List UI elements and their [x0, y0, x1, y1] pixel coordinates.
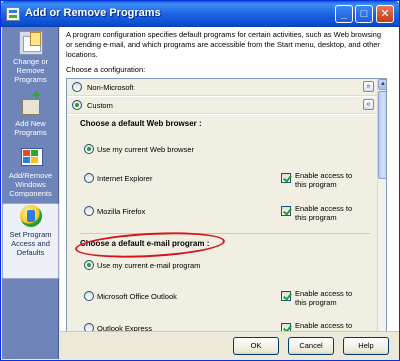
choose-configuration-label: Choose a configuration: — [66, 65, 146, 74]
firefox-radio[interactable] — [84, 206, 94, 216]
window-title: Add or Remove Programs — [25, 7, 161, 19]
vertical-scrollbar[interactable]: ▲ ▼ — [377, 79, 386, 353]
ie-enable-access-checkbox[interactable] — [281, 173, 291, 183]
help-button[interactable]: Help — [343, 337, 389, 355]
enable-access-label: Enable access to this program — [295, 204, 353, 222]
windows-components-icon — [19, 145, 43, 169]
option-label: Internet Explorer — [97, 174, 153, 183]
option-label: Mozilla Firefox — [97, 207, 146, 216]
add-new-programs-icon — [19, 89, 43, 117]
browser-section-heading: Choose a default Web browser : — [80, 119, 202, 128]
close-button[interactable]: ✕ — [376, 5, 394, 23]
sidebar-item-label: Set Program Access and Defaults — [9, 230, 52, 257]
section-divider — [80, 233, 370, 234]
outlook-enable-access-checkbox[interactable] — [281, 291, 291, 301]
title-bar[interactable]: Add or Remove Programs _ □ ✕ — [1, 1, 399, 27]
custom-details: Choose a default Web browser : Use my cu… — [67, 115, 377, 353]
collapse-chevron-icon[interactable]: « — [363, 99, 374, 110]
internet-explorer-radio[interactable] — [84, 173, 94, 183]
config-row-non-microsoft[interactable]: Non-Microsoft » — [67, 79, 377, 96]
current-email-radio[interactable] — [84, 260, 94, 270]
firefox-enable-access-checkbox[interactable] — [281, 206, 291, 216]
main-panel: A program configuration specifies defaul… — [60, 27, 399, 359]
enable-access-label: Enable access to this program — [295, 171, 353, 189]
intro-text: A program configuration specifies defaul… — [66, 30, 382, 59]
outlook-radio[interactable] — [84, 291, 94, 301]
program-defaults-icon — [19, 204, 43, 228]
change-remove-programs-icon — [18, 31, 43, 55]
sidebar-item-label: Add New Programs — [14, 119, 47, 137]
current-browser-radio[interactable] — [84, 144, 94, 154]
add-remove-programs-window: Add or Remove Programs _ □ ✕ Change or R… — [0, 0, 400, 361]
scroll-thumb[interactable] — [378, 91, 386, 179]
config-label: Non-Microsoft — [87, 83, 134, 92]
sidebar-item-change-remove[interactable]: Change or Remove Programs — [2, 31, 59, 91]
maximize-button[interactable]: □ — [355, 5, 373, 23]
sidebar-item-program-defaults[interactable]: Set Program Access and Defaults — [2, 203, 59, 279]
custom-radio[interactable] — [72, 100, 82, 110]
non-microsoft-radio[interactable] — [72, 82, 82, 92]
scroll-up-icon[interactable]: ▲ — [378, 79, 386, 90]
dialog-button-bar: OK Cancel Help — [60, 331, 399, 359]
control-panel-icon[interactable] — [6, 7, 20, 21]
enable-access-label: Enable access to this program — [295, 289, 353, 307]
option-label: Use my current Web browser — [97, 145, 194, 154]
option-label: Microsoft Office Outlook — [97, 292, 177, 301]
task-sidebar: Change or Remove Programs Add New Progra… — [2, 27, 59, 359]
ok-button[interactable]: OK — [233, 337, 279, 355]
minimize-button[interactable]: _ — [335, 5, 353, 23]
config-label: Custom — [87, 101, 113, 110]
sidebar-item-label: Add/Remove Windows Components — [8, 171, 53, 198]
sidebar-item-label: Change or Remove Programs — [12, 57, 49, 84]
config-row-custom[interactable]: Custom « — [67, 97, 377, 114]
cancel-button[interactable]: Cancel — [288, 337, 334, 355]
option-label: Use my current e-mail program — [97, 261, 201, 270]
configuration-list: Non-Microsoft » Custom « Choose a defaul… — [66, 78, 387, 354]
expand-chevron-icon[interactable]: » — [363, 81, 374, 92]
